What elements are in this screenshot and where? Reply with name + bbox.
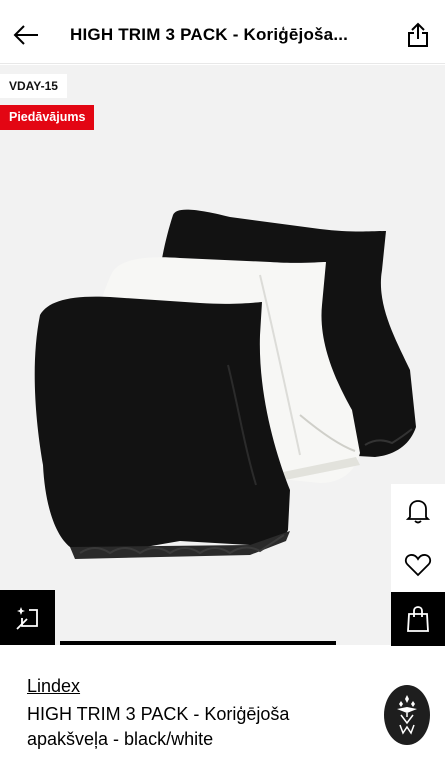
size-guide-icon [15, 606, 38, 630]
gallery-progress-bar [60, 641, 336, 645]
product-gallery[interactable] [0, 65, 445, 645]
page-title: HIGH TRIM 3 PACK - Koriģējoša... [70, 24, 349, 44]
offer-badge: Piedāvājums [0, 105, 95, 130]
brand-logo-button[interactable] [384, 685, 430, 745]
share-icon [408, 22, 428, 47]
product-name: HIGH TRIM 3 PACK - Koriģējoša apakšveļa … [27, 704, 290, 749]
wishlist-button[interactable] [391, 538, 445, 592]
size-guide-button[interactable] [0, 590, 55, 645]
brand-emblem-icon [397, 695, 417, 735]
promo-code-badge: VDAY-15 [0, 74, 67, 98]
arrow-left-icon [13, 24, 38, 45]
add-to-cart-button[interactable] [391, 592, 445, 646]
heart-icon [404, 554, 432, 577]
back-button[interactable] [0, 6, 52, 64]
bell-icon [406, 500, 430, 524]
shopping-bag-icon [407, 606, 429, 632]
product-image [0, 65, 445, 645]
notify-button[interactable] [391, 484, 445, 538]
app-header: HIGH TRIM 3 PACK - Koriģējoša... [0, 6, 445, 64]
product-info: Lindex HIGH TRIM 3 PACK - Koriģējoša apa… [0, 655, 445, 768]
brand-link[interactable]: Lindex [27, 676, 80, 697]
share-button[interactable] [391, 6, 445, 64]
